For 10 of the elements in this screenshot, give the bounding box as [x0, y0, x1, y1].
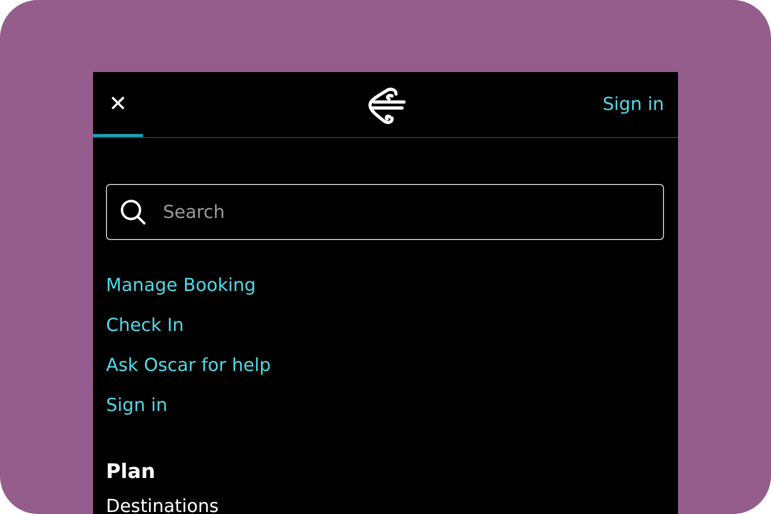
- menu-link[interactable]: Ask Oscar for help: [106, 346, 271, 386]
- menu-link[interactable]: Check In: [106, 306, 184, 346]
- sign-in-link[interactable]: Sign in: [602, 94, 664, 115]
- section-heading: Plan: [106, 458, 156, 484]
- search-icon: [119, 198, 147, 226]
- menu-link[interactable]: Sign in: [106, 386, 168, 426]
- search-field[interactable]: Search: [106, 184, 664, 240]
- menu-link[interactable]: Destinations: [106, 496, 219, 514]
- close-button[interactable]: ✕: [93, 72, 143, 137]
- menu-link[interactable]: Manage Booking: [106, 266, 256, 306]
